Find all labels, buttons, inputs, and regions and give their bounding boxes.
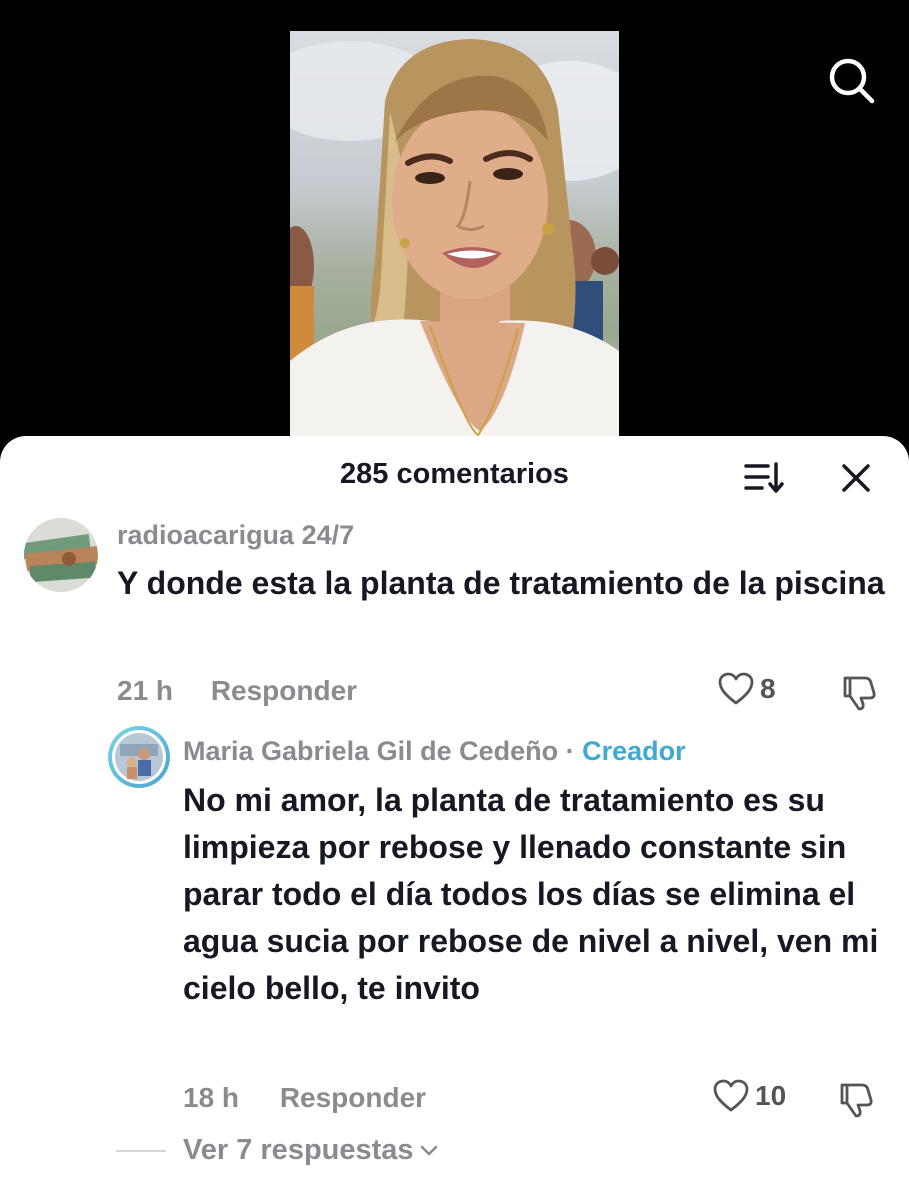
creator-username[interactable]: Maria Gabriela Gil de Cedeño [183,736,558,766]
separator: · [558,736,583,766]
comment-username[interactable]: Maria Gabriela Gil de Cedeño · Creador [183,736,686,767]
comments-sheet: 285 comentarios radioacarigua 24/7 Y don… [0,436,909,1200]
comment-text: Y donde esta la planta de tratamiento de… [117,565,885,601]
comment-username[interactable]: radioacarigua 24/7 [117,520,354,551]
divider [116,1149,166,1152]
like-button[interactable]: 8 [718,672,776,706]
close-icon[interactable] [838,460,874,496]
heart-icon [713,1079,749,1112]
comment-text: No mi amor, la planta de tratamiento es … [183,782,879,1006]
reply-button[interactable]: Responder [280,1082,426,1113]
like-count: 10 [755,1080,787,1111]
search-icon[interactable] [826,55,876,105]
sort-icon[interactable] [742,458,786,498]
video-thumbnail [290,31,619,461]
view-replies-label[interactable]: Ver 7 respuestas [183,1134,414,1167]
creator-badge: Creador [582,736,686,766]
comment-time: 18 h [183,1082,240,1113]
like-button[interactable]: 10 [713,1079,786,1113]
comment-meta: 21 h Responder [117,675,357,707]
comment-time: 21 h [117,675,174,706]
thumbs-down-icon[interactable] [836,1079,876,1119]
creator-avatar[interactable] [108,726,170,788]
heart-icon [718,672,754,705]
reply-button[interactable]: Responder [211,675,357,706]
avatar[interactable] [24,518,98,592]
thumbs-down-icon[interactable] [839,672,879,712]
video-player[interactable] [0,0,909,461]
view-replies-button[interactable]: Ver 7 respuestas [116,1134,440,1167]
comment-meta: 18 h Responder [183,1082,426,1114]
chevron-down-icon [420,1145,437,1155]
like-count: 8 [760,673,776,704]
